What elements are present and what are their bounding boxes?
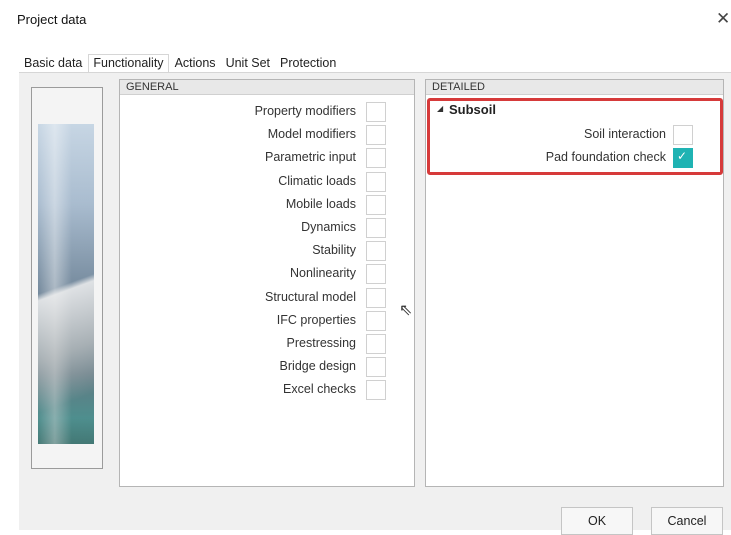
general-row-label: Bridge design bbox=[279, 359, 356, 374]
general-row: Climatic loads bbox=[278, 171, 362, 191]
mouse-cursor-icon: ⇖ bbox=[399, 302, 413, 319]
general-row-label: Nonlinearity bbox=[289, 266, 356, 281]
general-row-label: IFC properties bbox=[276, 312, 356, 327]
general-checkbox[interactable] bbox=[366, 310, 386, 331]
general-row: IFC properties bbox=[277, 310, 362, 330]
general-checkbox[interactable] bbox=[366, 241, 386, 262]
general-row: Dynamics bbox=[301, 217, 362, 237]
general-row: Stability bbox=[312, 240, 362, 260]
window-title: Project data bbox=[17, 12, 87, 27]
general-row-label: Structural model bbox=[264, 289, 356, 304]
general-row-label: Prestressing bbox=[286, 336, 356, 350]
general-row-label: Stability bbox=[312, 243, 356, 258]
general-checkbox[interactable] bbox=[366, 125, 386, 146]
general-checkbox[interactable] bbox=[366, 287, 386, 308]
tab-protection[interactable]: Protection bbox=[276, 55, 340, 73]
title-bar: Project data ✕ bbox=[0, 0, 731, 40]
tab-actions[interactable]: Actions bbox=[171, 55, 220, 73]
general-row-label: Dynamics bbox=[301, 220, 356, 234]
illustration-frame bbox=[31, 87, 103, 469]
building-image bbox=[38, 124, 94, 444]
general-row-label: Parametric input bbox=[264, 150, 356, 165]
general-row: Nonlinearity bbox=[290, 263, 362, 283]
general-checkbox[interactable] bbox=[366, 334, 386, 354]
general-checkbox[interactable] bbox=[366, 264, 386, 285]
general-row: Structural model bbox=[265, 287, 362, 307]
general-row-label: Property modifiers bbox=[254, 104, 356, 118]
tab-basic-data[interactable]: Basic data bbox=[20, 55, 86, 73]
general-row: Property modifiers bbox=[255, 101, 362, 121]
general-panel: GENERAL Property modifiers Model modifier… bbox=[119, 79, 415, 487]
general-checkbox[interactable] bbox=[366, 148, 386, 169]
general-row: Bridge design bbox=[280, 356, 362, 376]
general-checkbox[interactable] bbox=[366, 380, 386, 401]
general-row-label: Mobile loads bbox=[285, 196, 356, 211]
tab-strip: Basic data Functionality Actions Unit Se… bbox=[20, 54, 342, 75]
tab-unit-set[interactable]: Unit Set bbox=[222, 55, 274, 73]
close-icon[interactable]: ✕ bbox=[716, 9, 730, 29]
general-checkbox[interactable] bbox=[366, 102, 386, 122]
general-row: Prestressing bbox=[287, 333, 362, 353]
general-row-label: Model modifiers bbox=[267, 127, 356, 142]
general-row: Excel checks bbox=[283, 379, 362, 399]
general-row: Parametric input bbox=[265, 147, 362, 167]
general-checkbox[interactable] bbox=[366, 357, 386, 378]
general-checkbox[interactable] bbox=[366, 171, 386, 192]
general-checkbox[interactable] bbox=[366, 218, 386, 238]
general-header: GENERAL bbox=[120, 80, 414, 95]
ok-button[interactable]: OK bbox=[561, 507, 633, 535]
general-row: Mobile loads bbox=[286, 194, 362, 214]
highlight-box bbox=[427, 98, 723, 175]
cancel-button[interactable]: Cancel bbox=[651, 507, 723, 535]
general-row-label: Excel checks bbox=[283, 382, 356, 397]
general-checkbox[interactable] bbox=[366, 194, 386, 215]
detailed-header: DETAILED bbox=[426, 80, 723, 95]
general-row: Model modifiers bbox=[268, 124, 362, 144]
general-row-label: Climatic loads bbox=[278, 173, 356, 188]
